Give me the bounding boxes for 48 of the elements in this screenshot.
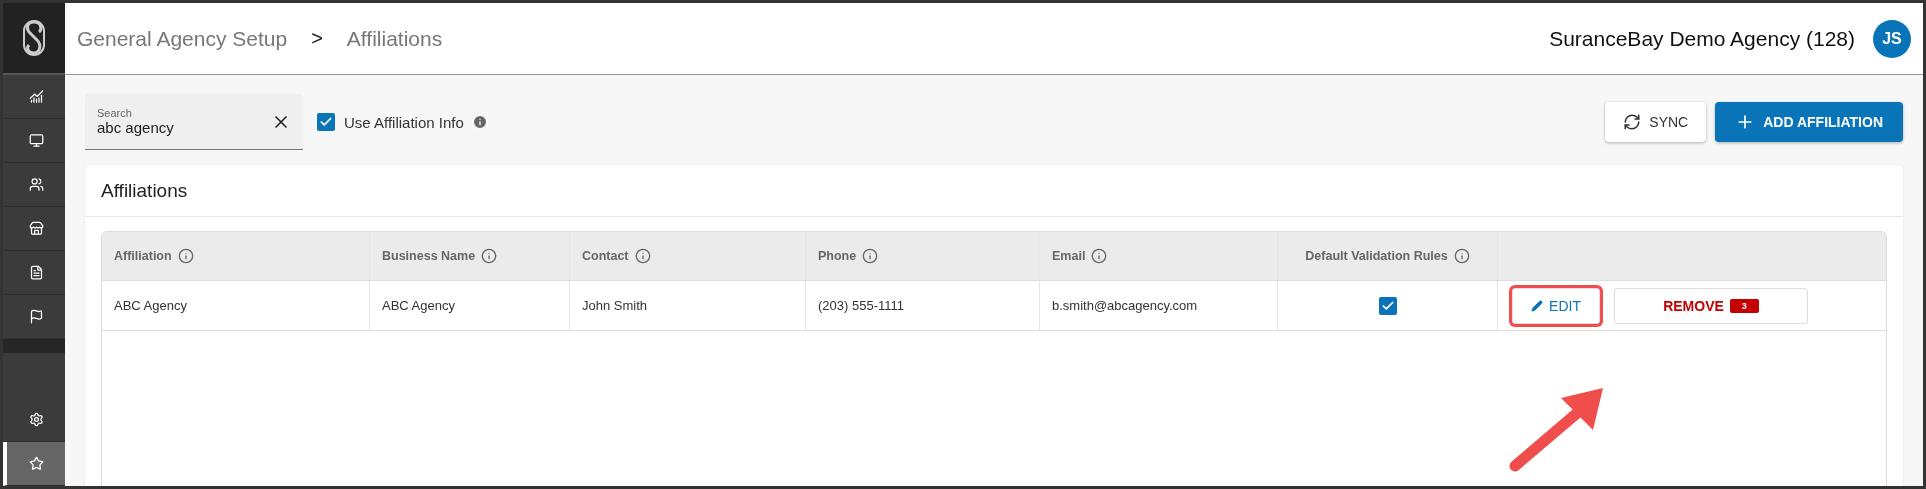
column-title: Affiliation (114, 249, 172, 263)
info-icon[interactable] (1453, 248, 1470, 264)
info-icon[interactable] (177, 248, 194, 264)
info-icon[interactable] (1091, 248, 1108, 264)
info-icon[interactable] (634, 248, 651, 264)
flag-icon (28, 309, 44, 324)
chart-icon (28, 89, 44, 104)
checkbox[interactable] (317, 113, 335, 131)
breadcrumb-item[interactable]: General Agency Setup (77, 26, 288, 51)
table-cell: (203) 555-1111 (806, 281, 1040, 330)
column-title: Business Name (382, 249, 476, 263)
people-icon (28, 177, 44, 192)
column-title: Contact (582, 249, 629, 263)
sidebar-item[interactable] (3, 442, 65, 486)
search-input[interactable]: abc agency (97, 118, 227, 136)
document-icon (28, 265, 44, 280)
sidebar-separator (3, 339, 65, 353)
monitor-icon (28, 133, 44, 148)
star-icon (28, 456, 44, 471)
info-icon[interactable] (481, 248, 498, 264)
agency-name: SuranceBay Demo Agency (128) (1549, 26, 1855, 51)
table-cell: b.smith@abcagency.com (1040, 281, 1278, 330)
check-icon (319, 115, 333, 129)
sync-icon (1623, 113, 1642, 131)
checkbox[interactable] (1378, 296, 1397, 315)
search-field[interactable]: Search abc agency (85, 94, 303, 150)
settings-icon (28, 412, 44, 427)
column-title: Phone (818, 249, 857, 263)
pencil-icon (1531, 299, 1544, 312)
info-icon[interactable] (862, 248, 879, 264)
logo-icon (23, 20, 45, 56)
column-title: Email (1052, 249, 1086, 263)
store-icon (28, 221, 44, 236)
breadcrumb-item: Affiliations (346, 26, 443, 51)
table-cell: ABC Agency (370, 281, 570, 330)
checkbox-label: Use Affiliation Info (344, 113, 464, 131)
breadcrumb-separator: > (311, 27, 323, 50)
table-cell: ABC Agency (102, 281, 370, 330)
search-label: Search (97, 106, 133, 119)
user-avatar[interactable]: JS (1873, 19, 1911, 58)
remove-button[interactable]: REMOVE 3 (1614, 287, 1808, 324)
count-badge: 3 (1729, 298, 1759, 313)
card-title: Affiliations (85, 165, 1903, 217)
column-title: Default Validation Rules (1305, 249, 1448, 263)
sync-button[interactable]: SYNC (1605, 102, 1707, 142)
table-cell: John Smith (570, 281, 806, 330)
add-affiliation-button[interactable]: ADD AFFILIATION (1715, 102, 1903, 142)
edit-button[interactable]: EDIT (1512, 287, 1600, 324)
